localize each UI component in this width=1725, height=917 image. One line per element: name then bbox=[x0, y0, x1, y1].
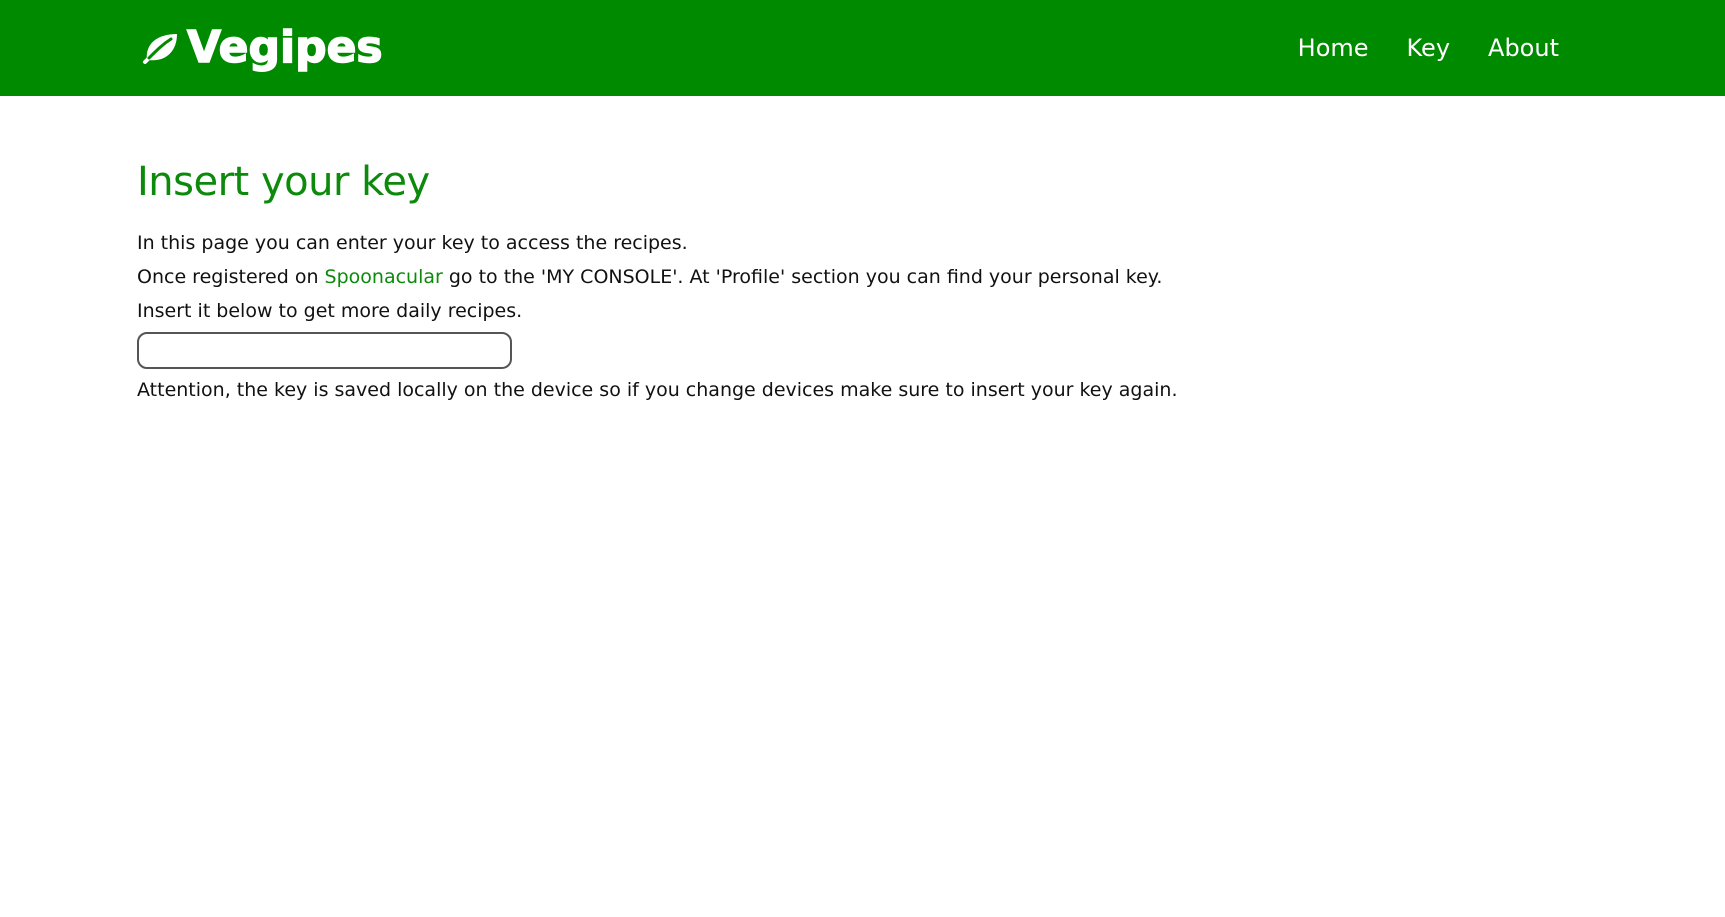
main-content: Insert your key In this page you can ent… bbox=[137, 96, 1337, 407]
page-title: Insert your key bbox=[137, 159, 430, 205]
main-nav: Home Key About bbox=[1298, 0, 1559, 96]
registration-text-before: Once registered on bbox=[137, 266, 325, 288]
navbar: Vegipes Home Key About bbox=[0, 0, 1725, 96]
nav-about-link[interactable]: About bbox=[1488, 34, 1559, 62]
registration-text-after: go to the 'MY CONSOLE'. At 'Profile' sec… bbox=[442, 266, 1163, 288]
nav-home-link[interactable]: Home bbox=[1298, 34, 1369, 62]
brand-name: Vegipes bbox=[186, 22, 383, 73]
leaf-icon bbox=[141, 30, 179, 66]
intro-text: In this page you can enter your key to a… bbox=[137, 232, 688, 254]
spoonacular-link[interactable]: Spoonacular bbox=[325, 266, 443, 288]
attention-note: Attention, the key is saved locally on t… bbox=[137, 379, 1178, 401]
key-input[interactable] bbox=[137, 332, 512, 369]
brand-logo-link[interactable]: Vegipes bbox=[141, 18, 383, 78]
nav-key-link[interactable]: Key bbox=[1407, 34, 1451, 62]
insert-instructions: Insert it below to get more daily recipe… bbox=[137, 300, 523, 322]
registration-instructions: Once registered on Spoonacular go to the… bbox=[137, 260, 1337, 294]
